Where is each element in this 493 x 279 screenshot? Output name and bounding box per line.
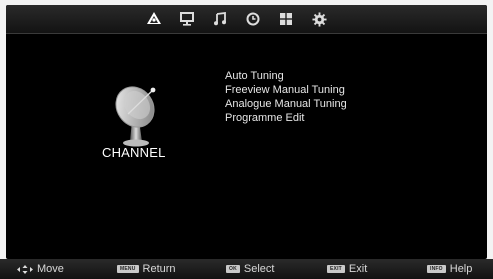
section-title: CHANNEL xyxy=(102,145,166,160)
hint-help[interactable]: INFO Help xyxy=(427,262,472,276)
menu-item-auto-tuning[interactable]: Auto Tuning xyxy=(225,69,347,83)
tab-setup[interactable] xyxy=(308,9,330,29)
tab-channel[interactable] xyxy=(143,9,165,29)
hint-select[interactable]: OK Select xyxy=(226,262,274,276)
gear-icon xyxy=(311,11,327,27)
hint-return-label: Return xyxy=(142,263,176,275)
menu-tab-bar xyxy=(6,5,487,34)
channel-menu: Auto Tuning Freeview Manual Tuning Analo… xyxy=(225,69,347,125)
tab-picture[interactable] xyxy=(176,9,198,29)
key-hint-bar: Move MENU Return OK Select EXIT Exit INF… xyxy=(0,259,493,279)
hint-select-label: Select xyxy=(243,263,275,275)
clock-icon xyxy=(246,12,260,26)
music-note-icon xyxy=(214,12,226,26)
hint-return[interactable]: MENU Return xyxy=(117,262,176,276)
hint-exit[interactable]: EXIT Exit xyxy=(327,262,367,276)
arrows-icon xyxy=(17,264,33,274)
monitor-icon xyxy=(180,12,194,26)
hint-exit-label: Exit xyxy=(348,263,368,275)
hint-move: Move xyxy=(17,262,64,276)
lock-grid-icon xyxy=(280,13,292,25)
menu-key-badge: MENU xyxy=(117,265,139,273)
menu-item-freeview-manual-tuning[interactable]: Freeview Manual Tuning xyxy=(225,83,347,97)
tv-menu-screen: CHANNEL Auto Tuning Freeview Manual Tuni… xyxy=(6,5,487,259)
tab-sound[interactable] xyxy=(209,9,231,29)
menu-item-programme-edit[interactable]: Programme Edit xyxy=(225,111,347,125)
tab-lock[interactable] xyxy=(275,9,297,29)
hint-move-label: Move xyxy=(37,263,64,275)
menu-item-analogue-manual-tuning[interactable]: Analogue Manual Tuning xyxy=(225,97,347,111)
info-key-badge: INFO xyxy=(427,265,446,273)
exit-key-badge: EXIT xyxy=(327,265,345,273)
ok-key-badge: OK xyxy=(226,265,240,273)
tab-time[interactable] xyxy=(242,9,264,29)
hint-help-label: Help xyxy=(449,263,473,275)
satellite-dish-icon xyxy=(115,86,156,147)
satellite-dish-icon xyxy=(147,12,161,24)
